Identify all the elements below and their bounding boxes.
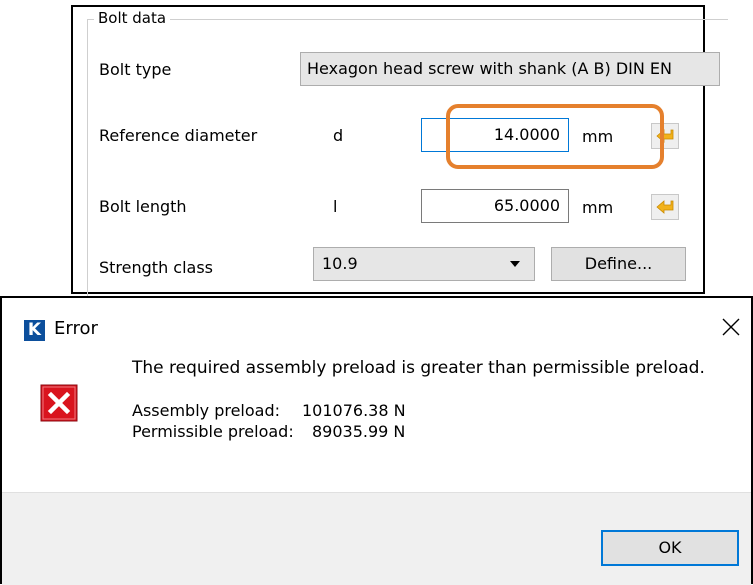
strength-class-value: 10.9: [322, 254, 358, 273]
permissible-preload-label: Permissible preload:: [132, 422, 294, 441]
close-icon[interactable]: [722, 318, 740, 336]
error-message: The required assembly preload is greater…: [132, 358, 705, 378]
bolt-length-label: Bolt length: [99, 197, 187, 216]
define-button[interactable]: Define...: [551, 247, 686, 281]
error-dialog: K Error The required assembly preload is…: [0, 296, 753, 585]
strength-class-label: Strength class: [99, 258, 214, 277]
assembly-preload-value: 101076.38 N: [302, 401, 406, 420]
reference-diameter-label: Reference diameter: [99, 126, 258, 145]
highlight-annotation: [446, 104, 664, 169]
app-logo-icon: K: [24, 320, 45, 341]
bolt-length-input[interactable]: 65.0000: [421, 189, 569, 223]
bolt-type-label: Bolt type: [99, 60, 172, 79]
assembly-preload-row: Assembly preload: 101076.38 N: [132, 401, 406, 420]
assembly-preload-label: Assembly preload:: [132, 401, 281, 420]
error-icon: [40, 384, 78, 422]
permissible-preload-row: Permissible preload: 89035.99 N: [132, 422, 405, 441]
bolt-length-arrow-button[interactable]: [651, 194, 679, 220]
dialog-titlebar: K Error: [2, 298, 751, 358]
bolt-type-combo[interactable]: Hexagon head screw with shank (A B) DIN …: [300, 52, 720, 86]
group-title: Bolt data: [94, 9, 171, 27]
reference-diameter-symbol: d: [333, 126, 344, 145]
permissible-preload-value: 89035.99 N: [312, 422, 406, 441]
bolt-length-unit: mm: [582, 198, 614, 217]
bolt-data-panel: Bolt data Bolt type Hexagon head screw w…: [71, 5, 728, 320]
strength-class-combo[interactable]: 10.9: [313, 247, 535, 281]
bolt-length-symbol: l: [333, 197, 338, 216]
dialog-title: Error: [54, 318, 98, 339]
arrow-left-icon: [656, 200, 674, 214]
dropdown-arrow-icon: [510, 261, 520, 267]
ok-button[interactable]: OK: [601, 530, 739, 566]
